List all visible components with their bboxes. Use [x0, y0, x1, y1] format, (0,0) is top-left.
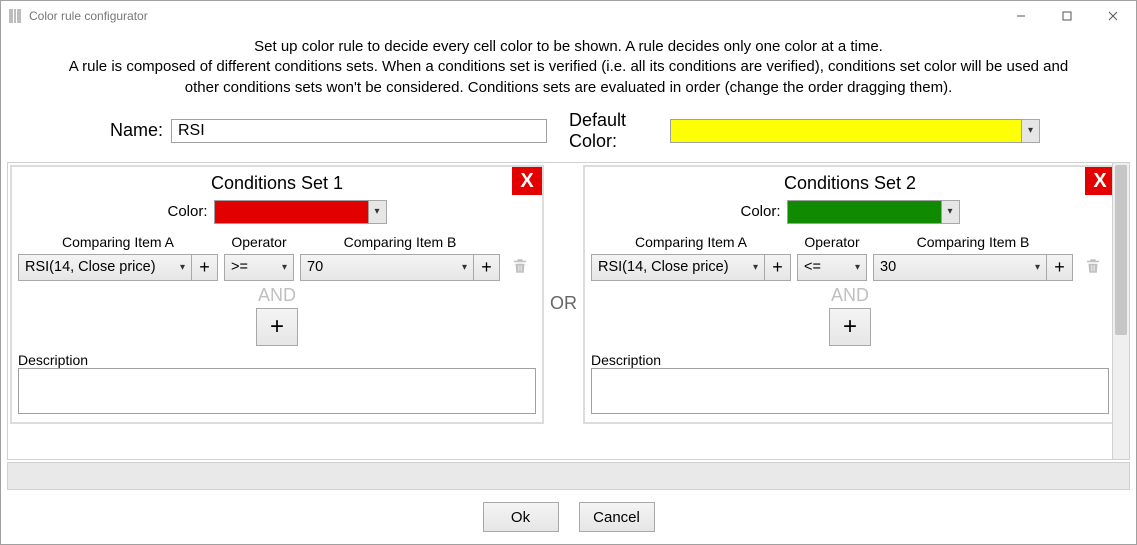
- item-a-value: RSI(14, Close price): [25, 259, 176, 275]
- conditions-set-title-text: Conditions Set 2: [784, 173, 916, 193]
- add-condition-button[interactable]: +: [256, 308, 298, 346]
- dialog-footer: Ok Cancel: [1, 490, 1136, 544]
- set-color-picker[interactable]: ▾: [214, 200, 387, 224]
- description-input[interactable]: [18, 368, 536, 414]
- add-item-a-button[interactable]: +: [764, 254, 791, 281]
- add-item-b-button[interactable]: +: [473, 254, 500, 281]
- condition-headers: Comparing Item A Operator Comparing Item…: [591, 230, 1109, 254]
- trash-icon: [511, 257, 529, 278]
- chevron-down-icon: ▾: [462, 262, 467, 273]
- cancel-button[interactable]: Cancel: [579, 502, 655, 532]
- description-label: Description: [591, 352, 1109, 368]
- condition-row: RSI(14, Close price) ▾ + >= ▾ 70: [18, 254, 536, 281]
- default-color-picker[interactable]: ▾: [670, 119, 1040, 143]
- name-label: Name:: [97, 120, 163, 141]
- chevron-down-icon[interactable]: ▾: [1022, 119, 1040, 143]
- operator-value: >=: [231, 259, 278, 275]
- add-item-b-button[interactable]: +: [1046, 254, 1073, 281]
- name-input[interactable]: [171, 119, 547, 143]
- window: Color rule configurator Set up color rul…: [0, 0, 1137, 545]
- or-separator: OR: [546, 293, 581, 314]
- maximize-button[interactable]: [1044, 1, 1090, 31]
- title-bar: Color rule configurator: [1, 1, 1136, 31]
- conditions-set-title: Conditions Set 1 X: [18, 173, 536, 200]
- footer-strip: [7, 462, 1130, 490]
- default-color-swatch: [670, 119, 1022, 143]
- chevron-down-icon: ▾: [753, 262, 758, 273]
- chevron-down-icon[interactable]: ▾: [942, 200, 960, 224]
- delete-set-button[interactable]: X: [1085, 167, 1112, 195]
- trash-icon: [1084, 257, 1102, 278]
- set-color-label: Color:: [740, 203, 780, 220]
- set-color-label: Color:: [167, 203, 207, 220]
- name-default-color-row: Name: Default Color: ▾: [1, 106, 1136, 162]
- instructions: Set up color rule to decide every cell c…: [1, 31, 1136, 106]
- item-a-select[interactable]: RSI(14, Close price) ▾: [591, 254, 765, 281]
- condition-row: RSI(14, Close price) ▾ + <= ▾ 30: [591, 254, 1109, 281]
- instruction-line: Set up color rule to decide every cell c…: [13, 37, 1124, 57]
- chevron-down-icon: ▾: [1035, 262, 1040, 273]
- ok-button[interactable]: Ok: [483, 502, 559, 532]
- and-label: AND: [18, 285, 536, 306]
- item-a-select[interactable]: RSI(14, Close price) ▾: [18, 254, 192, 281]
- window-controls: [998, 1, 1136, 31]
- chevron-down-icon: ▾: [855, 262, 860, 273]
- set-color-row: Color: ▾: [18, 200, 536, 230]
- item-b-value: 70: [307, 259, 458, 275]
- header-operator: Operator: [797, 234, 867, 250]
- window-title: Color rule configurator: [29, 9, 148, 23]
- header-item-a: Comparing Item A: [18, 234, 218, 250]
- app-icon: [7, 8, 23, 24]
- conditions-set-title: Conditions Set 2 X: [591, 173, 1109, 200]
- add-item-a-button[interactable]: +: [191, 254, 218, 281]
- item-b-value: 30: [880, 259, 1031, 275]
- conditions-sets-scroll: Conditions Set 1 X Color: ▾ Comparing It…: [8, 163, 1112, 459]
- chevron-down-icon: ▾: [180, 262, 185, 273]
- operator-select[interactable]: <= ▾: [797, 254, 867, 281]
- and-block: AND +: [18, 285, 536, 346]
- delete-set-button[interactable]: X: [512, 167, 542, 195]
- condition-headers: Comparing Item A Operator Comparing Item…: [18, 230, 536, 254]
- instruction-line: A rule is composed of different conditio…: [13, 57, 1124, 77]
- set-color-picker[interactable]: ▾: [787, 200, 960, 224]
- description-input[interactable]: [591, 368, 1109, 414]
- delete-condition-button[interactable]: [1079, 254, 1106, 281]
- header-item-a: Comparing Item A: [591, 234, 791, 250]
- chevron-down-icon: ▾: [282, 262, 287, 273]
- chevron-down-icon[interactable]: ▾: [369, 200, 387, 224]
- instruction-line: other conditions sets won't be considere…: [13, 78, 1124, 98]
- default-color-label: Default Color:: [569, 110, 662, 152]
- header-item-b: Comparing Item B: [300, 234, 500, 250]
- and-block: AND +: [591, 285, 1109, 346]
- header-operator: Operator: [224, 234, 294, 250]
- header-item-b: Comparing Item B: [873, 234, 1073, 250]
- item-b-select[interactable]: 70 ▾: [300, 254, 474, 281]
- set-color-row: Color: ▾: [591, 200, 1109, 230]
- vertical-scrollbar[interactable]: [1112, 163, 1129, 459]
- close-button[interactable]: [1090, 1, 1136, 31]
- minimize-button[interactable]: [998, 1, 1044, 31]
- set-color-swatch: [787, 200, 942, 224]
- scrollbar-thumb[interactable]: [1115, 165, 1127, 335]
- operator-value: <=: [804, 259, 851, 275]
- and-label: AND: [591, 285, 1109, 306]
- item-a-value: RSI(14, Close price): [598, 259, 749, 275]
- description-label: Description: [18, 352, 536, 368]
- item-b-select[interactable]: 30 ▾: [873, 254, 1047, 281]
- add-condition-button[interactable]: +: [829, 308, 871, 346]
- conditions-set-1[interactable]: Conditions Set 1 X Color: ▾ Comparing It…: [10, 165, 544, 424]
- conditions-sets-container: Conditions Set 1 X Color: ▾ Comparing It…: [7, 162, 1130, 460]
- conditions-set-2[interactable]: Conditions Set 2 X Color: ▾ Comparing It…: [583, 165, 1112, 424]
- delete-condition-button[interactable]: [506, 254, 533, 281]
- operator-select[interactable]: >= ▾: [224, 254, 294, 281]
- set-color-swatch: [214, 200, 369, 224]
- conditions-set-title-text: Conditions Set 1: [211, 173, 343, 193]
